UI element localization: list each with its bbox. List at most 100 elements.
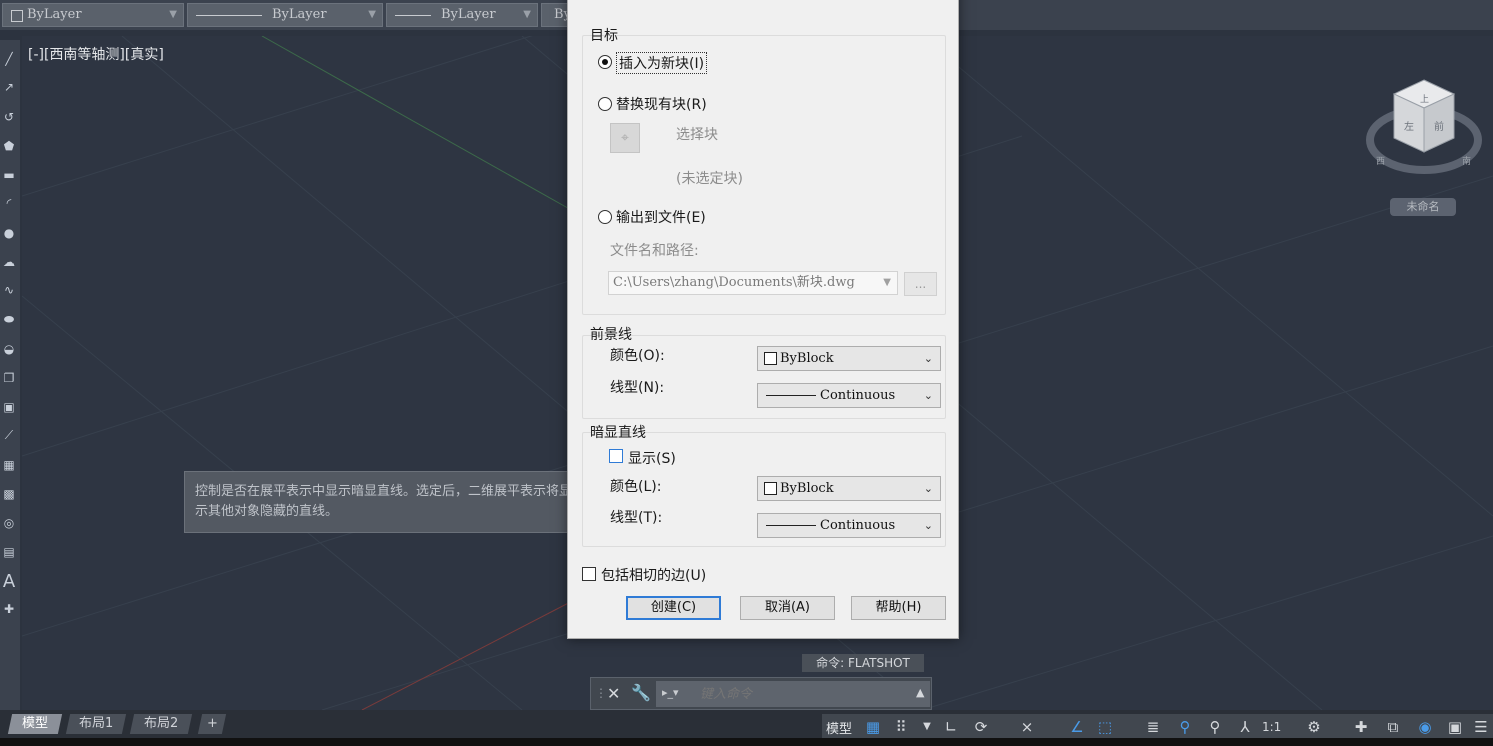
model-space-button[interactable]: 模型 xyxy=(826,718,852,737)
obscured-group-title: 暗显直线 xyxy=(590,425,646,441)
command-input[interactable] xyxy=(656,681,930,707)
fg-linetype-combo[interactable]: Continuous ⌄ xyxy=(757,383,941,408)
chevron-down-icon: ▼ xyxy=(169,9,177,20)
close-icon[interactable]: ✕ xyxy=(607,684,620,703)
file-path-label: 文件名和路径: xyxy=(610,243,699,259)
fg-color-combo[interactable]: ByBlock ⌄ xyxy=(757,346,941,371)
ob-linetype-label: 线型(T): xyxy=(610,510,663,526)
color-combo[interactable]: ByLayer ▼ xyxy=(2,3,184,27)
add-selected-tool-icon[interactable]: ✚ xyxy=(1,602,17,616)
add-layout-button[interactable]: + xyxy=(197,714,227,734)
ellipse-tool-icon[interactable]: ⬬ xyxy=(1,312,17,326)
lineweight-combo[interactable]: ByLayer ▼ xyxy=(386,3,538,27)
chevron-down-icon: ⌄ xyxy=(923,519,933,532)
tab-layout1[interactable]: 布局1 xyxy=(65,714,127,734)
text-tool-icon[interactable]: A xyxy=(1,572,17,592)
svg-text:前: 前 xyxy=(1434,120,1444,133)
select-block-icon[interactable]: ⌖ xyxy=(610,123,640,153)
rotate-tool-icon[interactable]: ↺ xyxy=(1,110,17,124)
line-tool-icon[interactable]: ╱ xyxy=(1,52,17,66)
polygon-tool-icon[interactable]: ⬟ xyxy=(1,139,17,153)
chevron-down-icon: ▼ xyxy=(368,9,376,20)
clean-screen-icon[interactable]: ▣ xyxy=(1446,716,1464,738)
create-button[interactable]: 创建(C) xyxy=(626,596,721,620)
lineweight-icon[interactable]: ≣ xyxy=(1144,716,1162,738)
arc-tool-icon[interactable]: ◜ xyxy=(1,196,17,210)
spline-tool-icon[interactable]: ∿ xyxy=(1,283,17,297)
command-history-icon[interactable]: ▲ xyxy=(916,686,924,699)
gradient-tool-icon[interactable]: ▩ xyxy=(1,487,17,501)
chevron-down-icon: ⌄ xyxy=(923,352,933,365)
region-tool-icon[interactable]: ◎ xyxy=(1,516,17,530)
wrench-icon[interactable]: 🔧 xyxy=(631,683,651,702)
ucs-menu[interactable]: 未命名 xyxy=(1390,198,1456,216)
draw-toolbar: ╱ ↗ ↺ ⬟ ▬ ◜ ● ☁ ∿ ⬬ ◒ ❐ ▣ ⟋ ▦ ▩ ◎ ▤ A ✚ xyxy=(0,40,20,710)
tab-layout2[interactable]: 布局2 xyxy=(129,714,193,734)
show-obscured-label[interactable]: 显示(S) xyxy=(628,448,676,468)
replace-block-label[interactable]: 替换现有块(R) xyxy=(616,94,707,114)
color-swatch-icon xyxy=(764,482,777,495)
ob-color-combo[interactable]: ByBlock ⌄ xyxy=(757,476,941,501)
svg-text:西: 西 xyxy=(1376,156,1385,167)
line-sample-icon xyxy=(395,15,431,16)
customize-icon[interactable]: ☰ xyxy=(1472,716,1490,738)
point-tool-icon[interactable]: ⟋ xyxy=(1,428,17,442)
file-path-field[interactable]: C:\Users\zhang\Documents\新块.dwg ▼ xyxy=(608,271,898,295)
rectangle-tool-icon[interactable]: ▬ xyxy=(1,168,17,182)
revcloud-tool-icon[interactable]: ☁ xyxy=(1,255,17,269)
linetype-combo[interactable]: ByLayer ▼ xyxy=(187,3,383,27)
circle-tool-icon[interactable]: ● xyxy=(1,226,17,240)
polyline-tool-icon[interactable]: ↗ xyxy=(1,80,17,94)
tangent-edges-checkbox[interactable] xyxy=(582,567,596,581)
command-prompt-icon[interactable]: ▸_▾ xyxy=(662,686,690,702)
line-sample-icon xyxy=(196,15,262,16)
flatshot-dialog: 目标 插入为新块(I) 替换现有块(R) ⌖ 选择块 (未选定块) 输出到文件(… xyxy=(567,0,959,639)
isolate-icon[interactable]: ⧉ xyxy=(1384,716,1402,738)
hardware-acceleration-icon[interactable]: ◉ xyxy=(1416,716,1434,738)
make-block-tool-icon[interactable]: ▣ xyxy=(1,400,17,414)
ob-color-label: 颜色(L): xyxy=(610,479,662,495)
grid-icon[interactable]: ▦ xyxy=(864,716,882,738)
snap-icon[interactable]: ⠿ xyxy=(892,716,910,738)
export-file-radio[interactable] xyxy=(598,210,612,224)
tooltip-line: 控制是否在展平表示中显示暗显直线。选定后，二维展平表示将显 xyxy=(195,484,573,499)
dynamic-ucs-icon[interactable]: ∠ xyxy=(1068,716,1086,738)
tangent-edges-label[interactable]: 包括相切的边(U) xyxy=(601,565,706,585)
table-tool-icon[interactable]: ▤ xyxy=(1,545,17,559)
no-block-label: (未选定块) xyxy=(676,171,743,187)
scale-label[interactable]: 1:1 xyxy=(1262,720,1281,734)
insert-new-radio[interactable] xyxy=(598,55,612,69)
last-command-text: 命令: FLATSHOT xyxy=(802,654,924,672)
help-button[interactable]: 帮助(H) xyxy=(851,596,946,620)
replace-block-radio[interactable] xyxy=(598,97,612,111)
polar-icon[interactable]: ⟳ xyxy=(972,716,990,738)
show-obscured-checkbox[interactable] xyxy=(609,449,623,463)
insert-block-tool-icon[interactable]: ❐ xyxy=(1,371,17,385)
insert-new-label[interactable]: 插入为新块(I) xyxy=(616,52,708,74)
cancel-button[interactable]: 取消(A) xyxy=(740,596,835,620)
auto-scale-icon[interactable]: ⚲ xyxy=(1206,716,1224,738)
plus-icon[interactable]: ✚ xyxy=(1352,716,1370,738)
annotation-scale-icon[interactable]: ⅄ xyxy=(1236,716,1254,738)
fg-color-label: 颜色(O): xyxy=(610,348,665,364)
viewcube-icon[interactable]: 上 左 前 西 南 xyxy=(1366,78,1482,178)
svg-text:上: 上 xyxy=(1420,94,1429,105)
chevron-down-icon[interactable]: ▼ xyxy=(918,716,936,738)
gear-icon[interactable]: ⚙ xyxy=(1305,716,1323,738)
line-sample-icon xyxy=(766,525,816,526)
browse-button[interactable]: ... xyxy=(904,272,937,296)
export-file-label[interactable]: 输出到文件(E) xyxy=(616,207,706,227)
tooltip: 控制是否在展平表示中显示暗显直线。选定后，二维展平表示将显 示其他对象隐藏的直线… xyxy=(184,471,594,533)
osnap-icon[interactable]: ⨯ xyxy=(1018,716,1036,738)
object-snap-icon[interactable]: ⬚ xyxy=(1096,716,1114,738)
hatch-tool-icon[interactable]: ▦ xyxy=(1,458,17,472)
chevron-down-icon: ⌄ xyxy=(923,389,933,402)
ortho-icon[interactable]: ∟ xyxy=(942,716,960,738)
ob-linetype-combo[interactable]: Continuous ⌄ xyxy=(757,513,941,538)
target-group-title: 目标 xyxy=(590,28,618,44)
viewport-controls-label[interactable]: [-][西南等轴测][真实] xyxy=(28,44,164,64)
ellipse-arc-tool-icon[interactable]: ◒ xyxy=(1,342,17,356)
tab-model[interactable]: 模型 xyxy=(7,714,63,734)
annotation-visibility-icon[interactable]: ⚲ xyxy=(1176,716,1194,738)
drag-handle-icon[interactable]: ⋮ xyxy=(595,686,607,700)
